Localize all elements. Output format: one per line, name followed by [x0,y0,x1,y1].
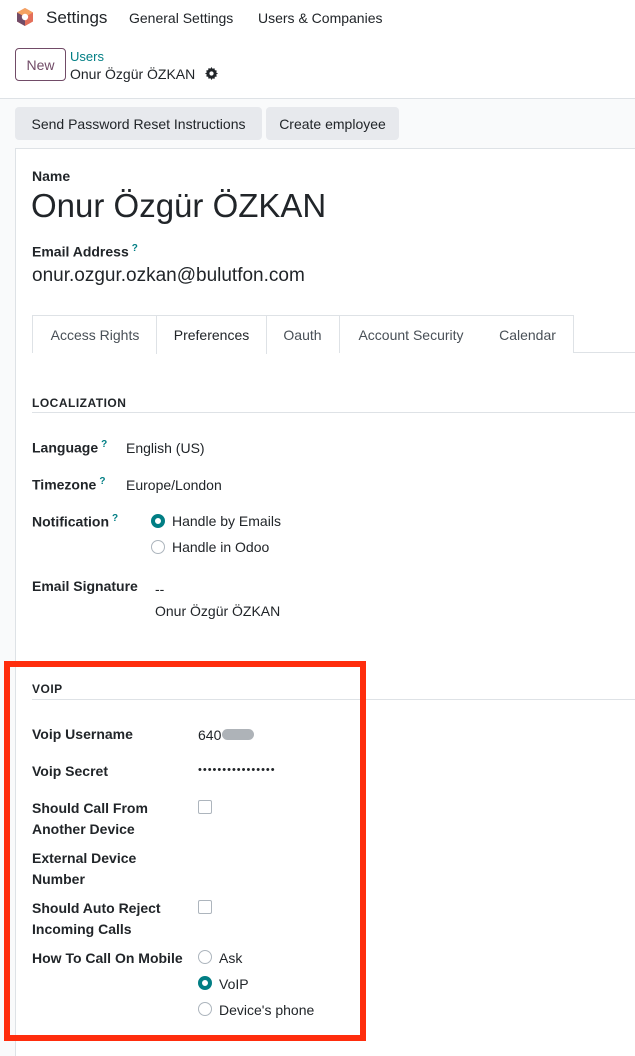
breadcrumb-current: Onur Özgür ÖZKAN [70,66,196,82]
language-field[interactable]: English (US) [126,440,205,456]
settings-app-icon[interactable] [15,7,35,27]
timezone-label: Timezone? [32,476,106,493]
auto-reject-checkbox[interactable] [198,900,212,914]
timezone-help-icon[interactable]: ? [99,476,105,487]
tab-preferences[interactable]: Preferences [156,315,267,354]
tab-oauth[interactable]: Oauth [266,315,340,353]
external-number-label-1: External Device [32,850,137,866]
nav-users-companies[interactable]: Users & Companies [258,10,383,26]
name-field[interactable]: Onur Özgür ÖZKAN [31,187,326,225]
notification-email-label[interactable]: Handle by Emails [172,513,281,529]
notification-email-radio[interactable] [151,514,165,528]
notification-label: Notification? [32,513,119,530]
call-from-device-label-1: Should Call From [32,800,148,816]
email-help-icon[interactable]: ? [132,243,138,254]
name-label: Name [32,168,71,184]
call-from-device-checkbox[interactable] [198,800,212,814]
mobile-voip-radio[interactable] [198,976,212,990]
auto-reject-label-2: Incoming Calls [32,921,132,937]
notification-odoo-radio[interactable] [151,540,165,554]
mobile-call-label: How To Call On Mobile [32,950,183,966]
email-signature-label: Email Signature [32,578,138,594]
external-number-label-2: Number [32,871,85,887]
voip-secret-label: Voip Secret [32,763,108,779]
voip-secret-field[interactable]: •••••••••••••••• [198,764,276,776]
signature-line-2[interactable]: Onur Özgür ÖZKAN [155,603,280,619]
voip-username-label: Voip Username [32,726,133,742]
send-password-reset-button[interactable]: Send Password Reset Instructions [15,107,262,140]
create-employee-button[interactable]: Create employee [266,107,399,140]
new-button[interactable]: New [15,48,66,81]
tab-access-rights[interactable]: Access Rights [32,315,157,353]
voip-divider [32,699,635,700]
signature-line-1[interactable]: -- [155,581,164,597]
mobile-device-phone-label[interactable]: Device's phone [219,1002,314,1018]
mobile-voip-label[interactable]: VoIP [219,976,249,992]
nav-general-settings[interactable]: General Settings [129,10,233,26]
localization-section-title: LOCALIZATION [32,396,127,410]
language-help-icon[interactable]: ? [101,439,107,450]
redacted-mark [222,729,254,740]
gear-icon[interactable] [205,67,218,80]
auto-reject-label-1: Should Auto Reject [32,900,161,916]
mobile-ask-label[interactable]: Ask [219,950,242,966]
app-name[interactable]: Settings [46,8,107,28]
call-from-device-label-2: Another Device [32,821,135,837]
localization-divider [32,412,635,413]
notification-odoo-label[interactable]: Handle in Odoo [172,539,269,555]
voip-username-field[interactable]: 640 [198,727,221,743]
notification-help-icon[interactable]: ? [112,513,118,524]
breadcrumb-users[interactable]: Users [70,49,104,64]
tab-account-security[interactable]: Account Security [339,315,483,353]
tab-calendar[interactable]: Calendar [482,315,574,353]
language-label: Language? [32,439,108,456]
email-field[interactable]: onur.ozgur.ozkan@bulutfon.com [32,265,305,287]
mobile-ask-radio[interactable] [198,950,212,964]
email-label: Email Address? [32,243,138,260]
top-navbar: Settings General Settings Users & Compan… [0,0,635,36]
mobile-device-phone-radio[interactable] [198,1002,212,1016]
voip-section-title: VOIP [32,682,63,696]
timezone-field[interactable]: Europe/London [126,477,222,493]
